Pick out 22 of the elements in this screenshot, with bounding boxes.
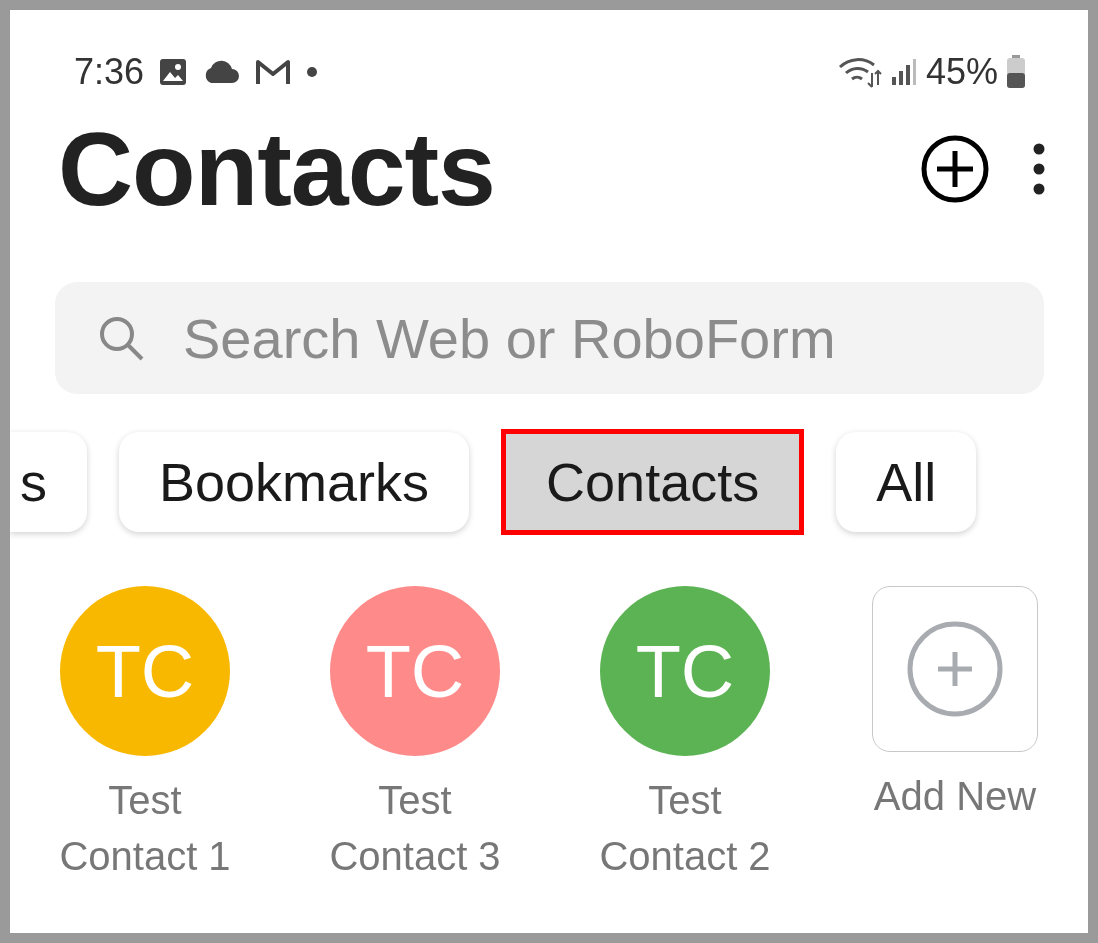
status-time: 7:36 — [74, 51, 145, 93]
search-field[interactable]: Search Web or RoboForm — [55, 282, 1044, 394]
image-icon — [158, 57, 189, 87]
search-icon — [97, 314, 145, 362]
filter-chip[interactable]: Contacts — [501, 429, 805, 535]
wifi-icon — [837, 55, 882, 89]
plus-icon — [906, 620, 1004, 718]
filter-chip[interactable]: s — [10, 432, 87, 532]
search-input[interactable]: Search Web or RoboForm — [181, 304, 1044, 372]
contact-name: Test Contact 3 — [328, 777, 502, 880]
add-button[interactable] — [920, 134, 990, 204]
signal-icon — [889, 57, 918, 87]
battery-percent: 45% — [925, 51, 998, 93]
filter-chip[interactable]: All — [836, 432, 977, 532]
filter-chip[interactable]: Bookmarks — [119, 432, 470, 532]
contact-name: Test Contact 1 — [58, 777, 232, 880]
page-title: Contacts — [58, 109, 496, 229]
contact-name: Test Contact 2 — [598, 777, 772, 880]
battery-icon — [1006, 55, 1026, 89]
mail-icon — [254, 58, 293, 86]
dot-icon — [306, 66, 319, 78]
add-new-label: Add New — [872, 773, 1038, 820]
